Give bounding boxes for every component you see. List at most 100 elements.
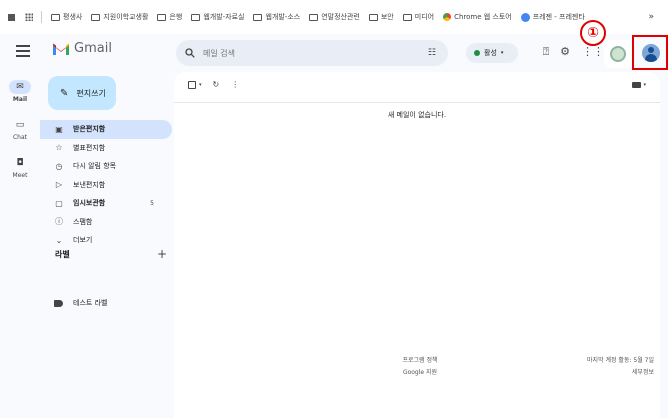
status-selector[interactable]: 활성 ▾ xyxy=(466,43,518,63)
bookmark-item[interactable]: 프레젠 - 프레젠타 xyxy=(520,12,585,22)
avatar[interactable] xyxy=(642,44,660,62)
nav-label: 받은편지함 xyxy=(73,125,106,134)
footer-links: 프로그램 정책 Google 지원 xyxy=(360,355,480,379)
chevron-down-icon: ⌄ xyxy=(55,235,63,245)
drafts-count: 5 xyxy=(150,199,154,207)
nav-label: 보낸편지함 xyxy=(73,180,106,189)
send-icon: ▷ xyxy=(55,180,63,190)
gmail-m-icon xyxy=(53,43,69,55)
meet-icon: ◘ xyxy=(16,157,24,168)
apps-grid-icon[interactable] xyxy=(25,13,33,21)
bookmark-item[interactable]: 미디어 xyxy=(402,12,434,22)
chevron-down-icon: ▾ xyxy=(643,82,646,88)
nav-item-inbox[interactable]: ▣ 받은편지함 xyxy=(40,120,172,139)
folder-icon xyxy=(191,13,201,21)
list-toolbar: ▾ ↻ ⋮ xyxy=(188,80,239,89)
star-icon: ☆ xyxy=(55,143,63,153)
main-menu-icon[interactable] xyxy=(16,45,30,57)
bookmark-square-icon[interactable] xyxy=(8,13,15,21)
nav-label: 다시 알림 항목 xyxy=(73,162,117,171)
step-marker: ① xyxy=(580,20,606,46)
last-activity-text: 마지막 계정 활동: 5월 7일 xyxy=(587,357,654,364)
labels-title: 라벨 xyxy=(55,249,70,259)
bookmark-chrome-store[interactable]: Chrome 웹 스토어 xyxy=(443,12,512,22)
search-icon[interactable] xyxy=(185,48,195,58)
folder-icon xyxy=(368,13,378,21)
clock-icon: ◷ xyxy=(55,161,63,171)
spam-icon: ⓘ xyxy=(55,217,63,227)
bookmark-item[interactable]: 은행 xyxy=(157,12,182,22)
folder-icon xyxy=(91,13,101,21)
app-name: Gmail xyxy=(74,41,112,56)
draft-icon: ▢ xyxy=(55,198,63,208)
bookmarks-separator xyxy=(41,11,42,23)
add-label-button[interactable]: + xyxy=(157,247,167,261)
bookmark-item[interactable]: 보안 xyxy=(368,12,394,22)
toolbar-divider xyxy=(174,102,660,103)
bookmark-item[interactable]: 연말정산관련 xyxy=(309,12,360,22)
more-vert-icon[interactable]: ⋮ xyxy=(231,80,239,89)
nav-item-spam[interactable]: ⓘ 스팸함 xyxy=(40,213,172,232)
label-icon xyxy=(54,299,63,307)
avatar-head xyxy=(648,47,654,53)
app-rail: ✉ Mail ▭ Chat ◘ Meet xyxy=(0,72,40,186)
organization-logo[interactable] xyxy=(604,40,632,68)
rail-item-chat[interactable]: ▭ Chat xyxy=(0,110,40,148)
gear-icon[interactable]: ⚙ xyxy=(558,45,572,59)
bookmarks-bar: 평생사 지원이학교생활 은행 웹개발-자료실 웹개발-소스 연말정산관련 보안 … xyxy=(0,0,668,34)
rail-item-meet[interactable]: ◘ Meet xyxy=(0,148,40,186)
search-bar[interactable]: ☷ xyxy=(176,40,448,66)
bookmarks-more-button[interactable]: » xyxy=(648,12,654,22)
rail-label: Meet xyxy=(12,171,28,179)
input-tools[interactable]: ▾ xyxy=(632,82,646,88)
rail-item-mail[interactable]: ✉ Mail xyxy=(0,72,40,110)
label-item[interactable]: 테스트 라벨 xyxy=(54,296,107,310)
search-input[interactable] xyxy=(203,48,403,58)
chrome-icon xyxy=(443,13,452,21)
nav-item-drafts[interactable]: ▢ 임시보관함 5 xyxy=(40,194,172,213)
apps-icon[interactable]: ⋮⋮ xyxy=(582,45,604,59)
chevron-down-icon[interactable]: ▾ xyxy=(199,82,202,88)
nav-item-snoozed[interactable]: ◷ 다시 알림 항목 xyxy=(40,157,172,176)
bookmark-item[interactable]: 웹개발-자료실 xyxy=(191,12,244,22)
bookmark-item[interactable]: 웹개발-소스 xyxy=(253,12,300,22)
mail-icon: ✉ xyxy=(9,79,31,94)
program-policy-link[interactable]: 프로그램 정책 xyxy=(360,355,480,367)
account-highlight-box xyxy=(632,35,668,70)
pencil-icon: ✎ xyxy=(60,87,69,99)
keyboard-icon xyxy=(632,82,642,88)
nav-label: 더보기 xyxy=(73,236,93,245)
tune-icon[interactable]: ☷ xyxy=(428,48,436,58)
empty-inbox-message: 새 메일이 없습니다. xyxy=(387,111,447,119)
google-support-link[interactable]: Google 지원 xyxy=(360,367,480,379)
compose-label: 편지쓰기 xyxy=(76,88,106,98)
labels-header: 라벨 + xyxy=(55,246,167,262)
gmail-logo[interactable]: Gmail xyxy=(52,41,112,56)
nav-item-starred[interactable]: ☆ 별표편지함 xyxy=(40,139,172,158)
status-label: 활성 xyxy=(484,49,497,57)
nav-label: 별표편지함 xyxy=(73,143,106,152)
folder-icon xyxy=(402,13,412,21)
compose-button[interactable]: ✎ 편지쓰기 xyxy=(48,76,116,110)
bookmark-item[interactable]: 평생사 xyxy=(51,12,82,22)
label-name: 테스트 라벨 xyxy=(73,299,108,307)
nav-label: 스팸함 xyxy=(73,217,93,226)
folder-icon xyxy=(157,13,167,21)
folder-icon xyxy=(253,13,263,21)
inbox-icon: ▣ xyxy=(55,124,63,134)
chevron-down-icon: ▾ xyxy=(500,50,504,56)
globe-icon xyxy=(520,12,530,22)
organization-emblem-icon xyxy=(610,46,626,62)
nav-item-sent[interactable]: ▷ 보낸편지함 xyxy=(40,176,172,195)
refresh-icon[interactable]: ↻ xyxy=(213,80,220,89)
details-link[interactable]: 세부정보 xyxy=(587,367,654,379)
mail-nav: ▣ 받은편지함 ☆ 별표편지함 ◷ 다시 알림 항목 ▷ 보낸편지함 ▢ 임시보… xyxy=(40,120,172,250)
bookmark-item[interactable]: 지원이학교생활 xyxy=(91,12,148,22)
avatar-body xyxy=(645,54,657,62)
account-activity: 마지막 계정 활동: 5월 7일 세부정보 xyxy=(587,355,654,379)
select-all-checkbox[interactable] xyxy=(188,80,196,89)
status-active-dot xyxy=(474,50,480,56)
folder-icon xyxy=(309,13,319,21)
chat-icon: ▭ xyxy=(15,119,25,130)
help-icon[interactable]: ⍰ xyxy=(539,45,553,59)
